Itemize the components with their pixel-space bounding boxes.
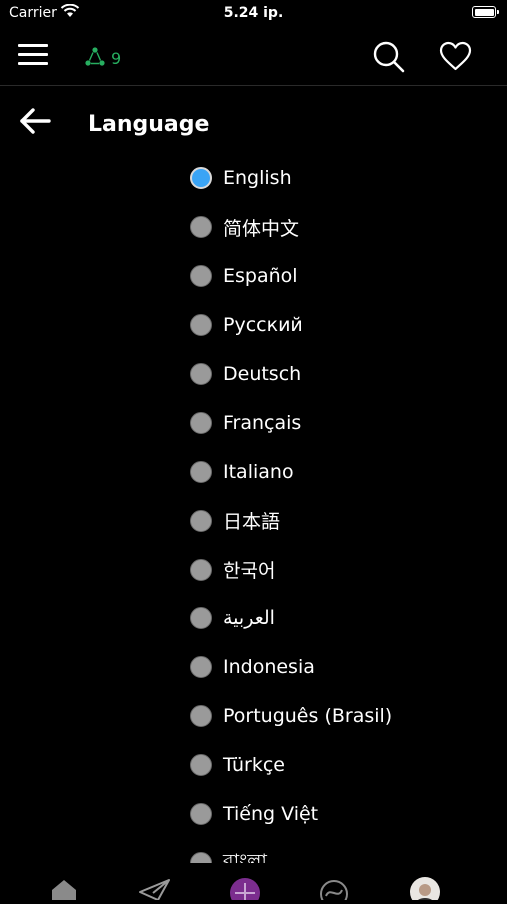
language-option-korean[interactable]: 한국어 (190, 554, 507, 603)
radio-button[interactable] (190, 314, 212, 337)
radio-button[interactable] (190, 656, 212, 679)
language-option-chinese[interactable]: 简体中文 (190, 212, 507, 261)
language-option-turkish[interactable]: Türkçe (190, 750, 507, 799)
language-label: বাংলা (223, 849, 267, 863)
language-option-arabic[interactable]: العربية (190, 603, 507, 652)
language-label: English (223, 167, 292, 190)
page-title: Language (88, 112, 210, 137)
language-label: العربية (223, 607, 275, 630)
paper-plane-icon[interactable] (138, 878, 172, 904)
radio-button[interactable] (190, 460, 212, 483)
heart-icon[interactable] (439, 41, 472, 75)
language-option-russian[interactable]: Русский (190, 310, 507, 359)
hamburger-menu-icon[interactable] (18, 44, 48, 66)
language-option-bengali[interactable]: বাংলা (190, 847, 507, 863)
language-label: Русский (223, 314, 303, 337)
radio-button[interactable] (190, 509, 212, 532)
top-navigation-bar: 9 (0, 28, 507, 86)
network-count: 9 (111, 49, 122, 68)
language-option-french[interactable]: Français (190, 407, 507, 456)
home-icon[interactable] (49, 878, 79, 904)
radio-button[interactable] (190, 411, 212, 434)
language-label: Português (Brasil) (223, 705, 393, 728)
language-option-japanese[interactable]: 日本語 (190, 505, 507, 554)
battery-icon (472, 6, 499, 18)
network-nodes-icon[interactable] (84, 46, 106, 72)
language-option-portuguese[interactable]: Português (Brasil) (190, 701, 507, 750)
radio-button[interactable] (190, 363, 212, 385)
radio-button[interactable] (190, 705, 212, 728)
radio-button[interactable] (190, 851, 212, 863)
language-list: English 简体中文 Español Русский Deutsch Fra… (190, 163, 507, 863)
language-label: 简体中文 (223, 217, 300, 240)
language-label: 日本語 (223, 511, 281, 534)
language-option-spanish[interactable]: Español (190, 261, 507, 310)
language-label: Tiếng Việt (223, 803, 319, 826)
radio-button[interactable] (190, 558, 212, 581)
radio-button[interactable] (190, 754, 212, 777)
language-label: Indonesia (223, 656, 315, 679)
language-label: Español (223, 265, 298, 288)
radio-button[interactable] (190, 265, 212, 288)
status-bar: Carrier 5.24 ip. (0, 0, 507, 28)
language-option-german[interactable]: Deutsch (190, 359, 507, 408)
bottom-tab-bar (0, 868, 507, 904)
radio-button[interactable] (190, 607, 212, 630)
language-option-vietnamese[interactable]: Tiếng Việt (190, 799, 507, 848)
language-label: Deutsch (223, 363, 302, 385)
language-label: Türkçe (223, 754, 285, 777)
language-option-indonesian[interactable]: Indonesia (190, 652, 507, 701)
status-time: 5.24 ip. (223, 5, 284, 21)
radio-button[interactable] (190, 216, 212, 239)
language-label: 한국어 (223, 560, 276, 583)
language-option-italian[interactable]: Italiano (190, 456, 507, 505)
arrow-left-icon[interactable] (18, 104, 52, 142)
language-label: Français (223, 411, 302, 434)
radio-button[interactable] (190, 167, 212, 190)
language-option-english[interactable]: English (190, 163, 507, 212)
explore-icon[interactable] (318, 878, 350, 904)
radio-button[interactable] (190, 803, 212, 826)
search-icon[interactable] (372, 40, 406, 78)
language-label: Italiano (223, 460, 294, 483)
